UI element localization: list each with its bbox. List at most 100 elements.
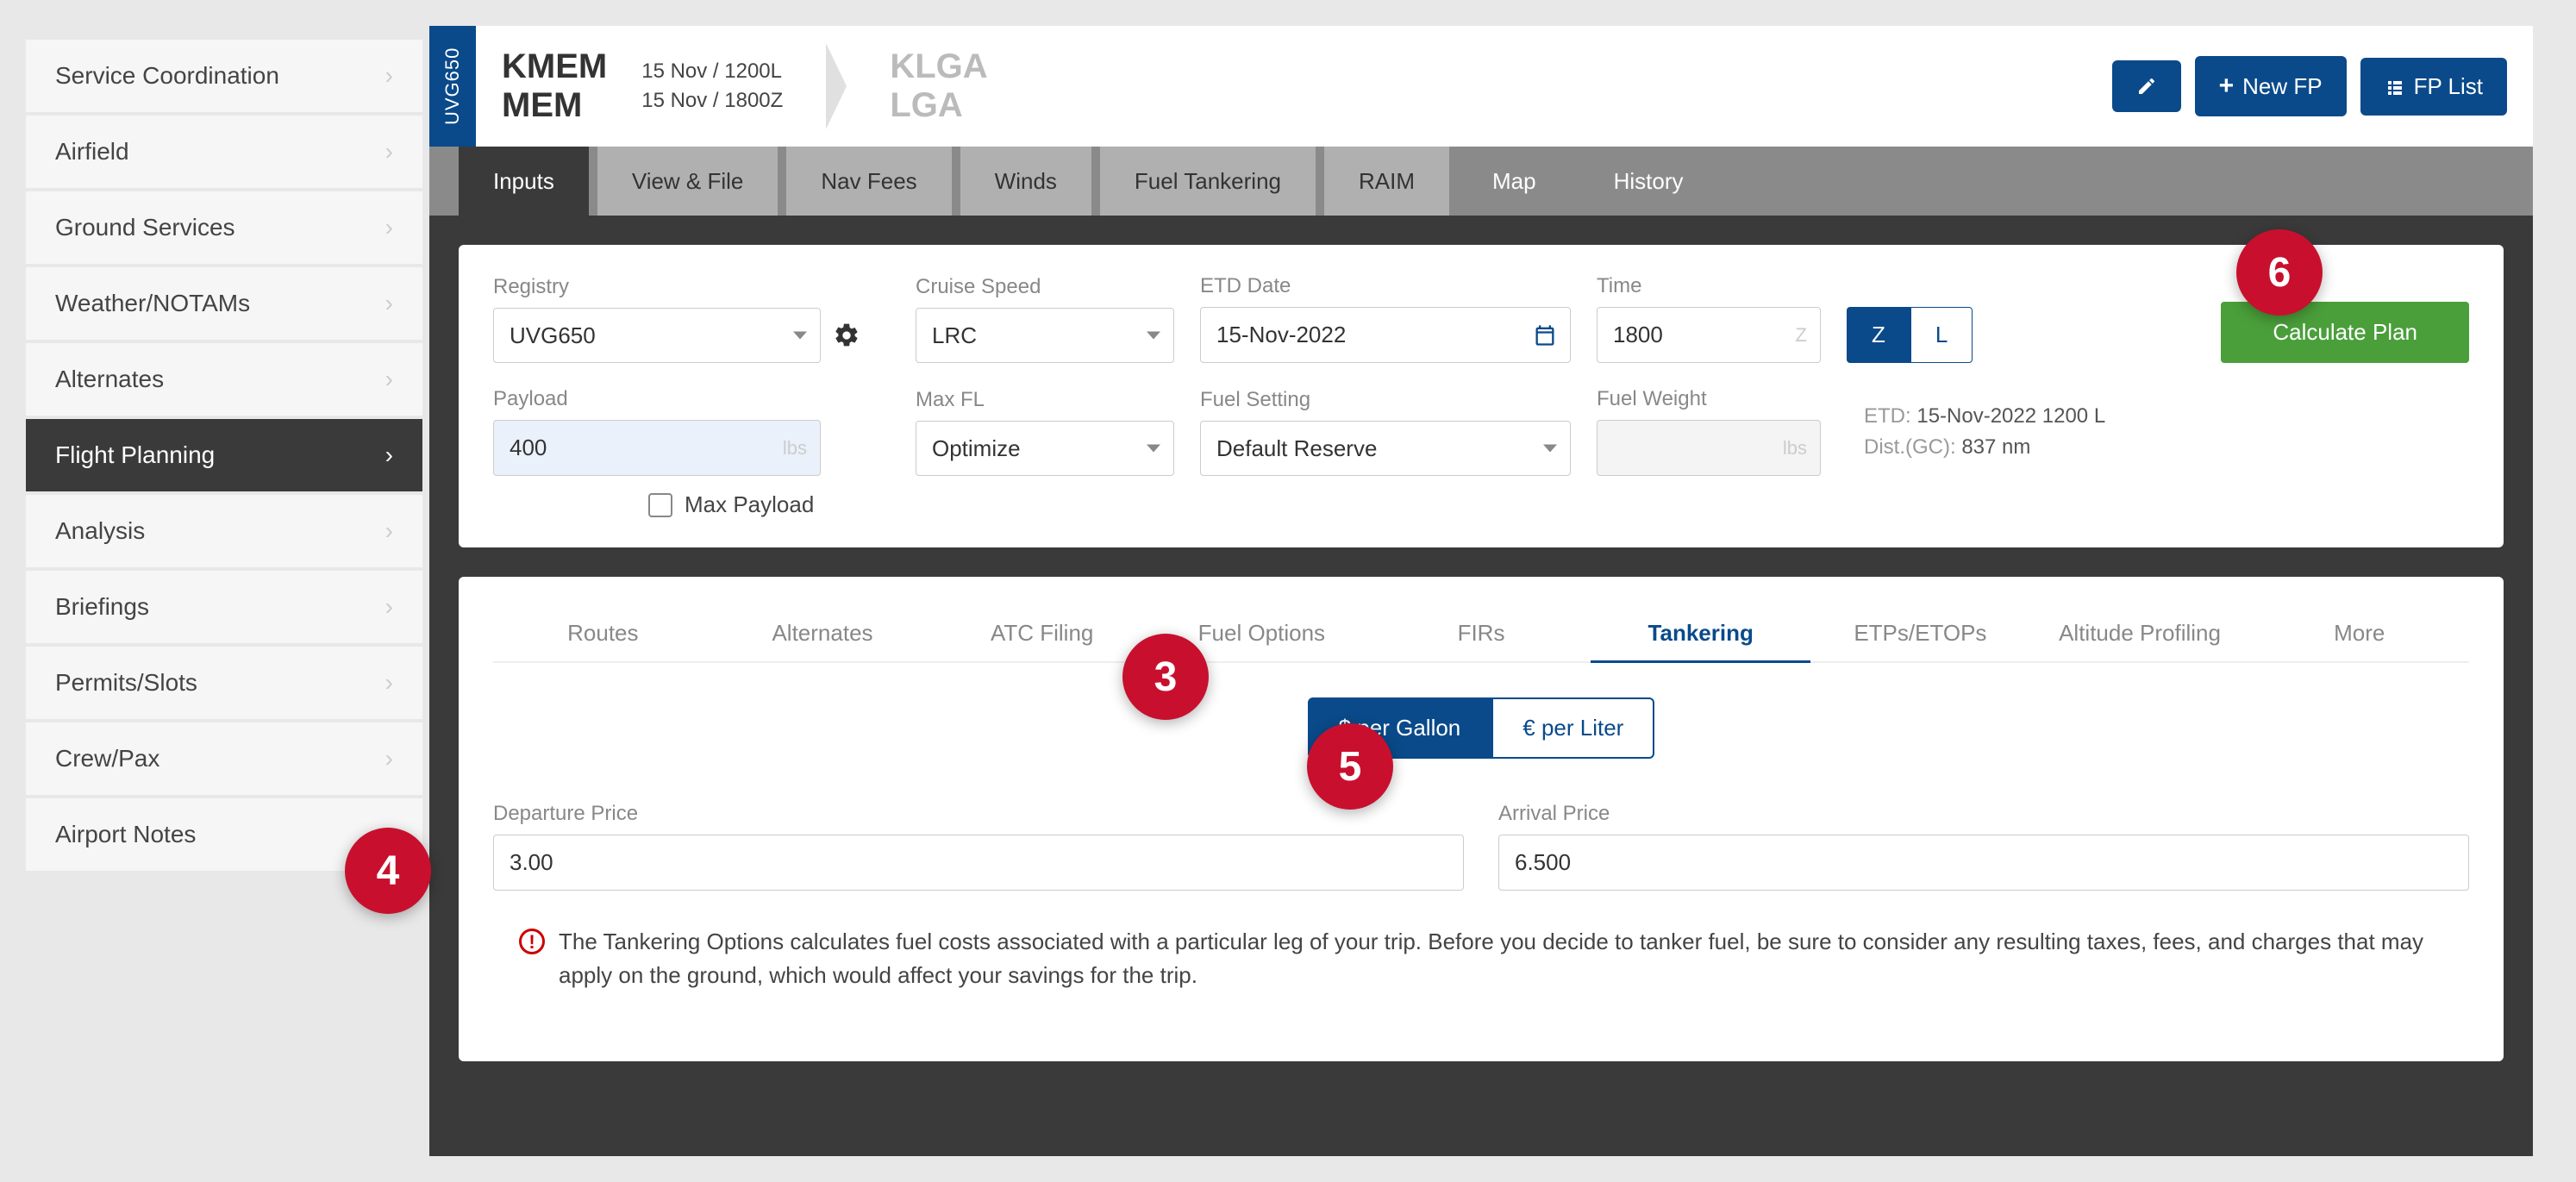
chevron-right-icon: › [385, 138, 393, 166]
edit-button[interactable] [2112, 60, 2181, 112]
sub-tabs: Routes Alternates ATC Filing Fuel Option… [493, 606, 2469, 663]
button-label: New FP [2242, 73, 2322, 100]
sidebar-item-label: Analysis [55, 517, 145, 545]
chevron-right-icon: › [385, 214, 393, 241]
tab-fuel-tankering[interactable]: Fuel Tankering [1100, 147, 1316, 216]
dist-summary-value: 837 nm [1961, 435, 2030, 459]
inputs-panel: 6 Registry UVG650 Cruise Speed LRC [459, 245, 2504, 547]
chevron-right-icon: › [385, 441, 393, 469]
content-area: 6 Registry UVG650 Cruise Speed LRC [429, 216, 2533, 1091]
fuel-weight-input[interactable] [1597, 420, 1821, 476]
tankering-panel: 3 5 Routes Alternates ATC Filing Fuel Op… [459, 577, 2504, 1061]
cruise-label: Cruise Speed [916, 275, 1174, 299]
etd-date-input[interactable] [1200, 307, 1571, 363]
sidebar-item-label: Briefings [55, 593, 149, 621]
subtab-altitude-profiling[interactable]: Altitude Profiling [2030, 606, 2250, 663]
chevron-right-icon: › [385, 517, 393, 545]
tab-inputs[interactable]: Inputs [459, 147, 589, 216]
sidebar-item-label: Service Coordination [55, 62, 279, 90]
pencil-icon [2136, 76, 2157, 97]
zulu-local-toggle: Z L [1847, 307, 1973, 363]
subtab-etps-etops[interactable]: ETPs/ETOPs [1810, 606, 2030, 663]
top-tabs: Inputs View & File Nav Fees Winds Fuel T… [429, 147, 2533, 216]
calendar-icon[interactable] [1533, 323, 1557, 347]
chevron-right-icon: › [385, 366, 393, 393]
gear-icon[interactable] [833, 322, 860, 349]
departure-airport: KMEM MEM [502, 47, 607, 125]
per-liter-button[interactable]: € per Liter [1491, 697, 1654, 759]
payload-label: Payload [493, 387, 821, 411]
calculate-plan-button[interactable]: Calculate Plan [2221, 302, 2469, 363]
sidebar-item-crew-pax[interactable]: Crew/Pax› [26, 722, 422, 795]
time-input[interactable] [1597, 307, 1821, 363]
sidebar-item-label: Alternates [55, 366, 164, 393]
arr-icao: KLGA [890, 47, 987, 86]
chevron-right-icon: › [385, 745, 393, 772]
sidebar-item-service-coordination[interactable]: Service Coordination› [26, 40, 422, 112]
tab-history[interactable]: History [1579, 147, 1718, 216]
fp-list-button[interactable]: FP List [2360, 58, 2507, 116]
subtab-alternates[interactable]: Alternates [713, 606, 933, 663]
plus-icon: + [2219, 72, 2235, 101]
tab-map[interactable]: Map [1458, 147, 1571, 216]
sidebar-item-weather-notams[interactable]: Weather/NOTAMs› [26, 267, 422, 340]
arr-iata: LGA [890, 86, 987, 125]
sidebar-item-briefings[interactable]: Briefings › [26, 571, 422, 643]
sidebar-item-flight-planning[interactable]: Flight Planning › [26, 419, 422, 491]
time-label: Time [1597, 274, 1821, 298]
sidebar: Service Coordination› Airfield› Ground S… [26, 26, 422, 1156]
sidebar-item-label: Airfield [55, 138, 129, 166]
arrival-price-input[interactable] [1498, 835, 2469, 891]
price-unit-toggle: $ per Gallon € per Liter [493, 697, 2469, 759]
tankering-info-text: The Tankering Options calculates fuel co… [559, 925, 2443, 992]
subtab-atc-filing[interactable]: ATC Filing [932, 606, 1152, 663]
etd-date-label: ETD Date [1200, 274, 1571, 298]
dep-iata: MEM [502, 86, 607, 125]
tab-winds[interactable]: Winds [960, 147, 1091, 216]
date-local: 15 Nov / 1200L [641, 59, 783, 84]
button-label: FP List [2414, 73, 2483, 100]
sidebar-item-label: Permits/Slots [55, 669, 197, 697]
header-actions: + New FP FP List [2112, 26, 2533, 147]
annotation-bubble-3: 3 [1122, 634, 1209, 720]
chevron-right-icon: › [385, 593, 393, 621]
local-button[interactable]: L [1910, 307, 1973, 363]
maxfl-select[interactable]: Optimize [916, 421, 1174, 476]
sidebar-item-permits-slots[interactable]: Permits/Slots › [26, 647, 422, 719]
arr-price-label: Arrival Price [1498, 802, 2469, 826]
sidebar-item-label: Flight Planning [55, 441, 215, 469]
payload-input[interactable] [493, 420, 821, 476]
tab-view-file[interactable]: View & File [597, 147, 778, 216]
new-fp-button[interactable]: + New FP [2195, 56, 2347, 116]
main-panel: UVG650 KMEM MEM 15 Nov / 1200L 15 Nov / … [429, 26, 2533, 1156]
arrival-airport: KLGA LGA [890, 47, 987, 125]
etd-summary-label: ETD: [1864, 404, 1911, 428]
departure-price-input[interactable] [493, 835, 1464, 891]
fuel-weight-label: Fuel Weight [1597, 387, 1821, 411]
flight-header: UVG650 KMEM MEM 15 Nov / 1200L 15 Nov / … [429, 26, 2533, 147]
sidebar-item-alternates[interactable]: Alternates › [26, 343, 422, 416]
tab-raim[interactable]: RAIM [1324, 147, 1449, 216]
sidebar-item-analysis[interactable]: Analysis › [26, 495, 422, 567]
fuel-setting-label: Fuel Setting [1200, 388, 1571, 412]
subtab-firs[interactable]: FIRs [1372, 606, 1591, 663]
registry-select[interactable]: UVG650 [493, 308, 821, 363]
subtab-more[interactable]: More [2249, 606, 2469, 663]
tankering-info: ! The Tankering Options calculates fuel … [493, 925, 2469, 992]
aircraft-tag[interactable]: UVG650 [429, 26, 476, 147]
date-zulu: 15 Nov / 1800Z [641, 89, 783, 113]
annotation-bubble-6: 6 [2236, 229, 2323, 316]
subtab-tankering[interactable]: Tankering [1591, 606, 1810, 663]
zulu-button[interactable]: Z [1847, 307, 1910, 363]
cruise-select[interactable]: LRC [916, 308, 1174, 363]
subtab-routes[interactable]: Routes [493, 606, 713, 663]
route-arrow-icon [826, 43, 847, 129]
max-payload-checkbox[interactable] [648, 493, 672, 517]
sidebar-item-airfield[interactable]: Airfield › [26, 116, 422, 188]
chevron-right-icon: › [385, 669, 393, 697]
chevron-right-icon: › [385, 290, 393, 317]
tab-nav-fees[interactable]: Nav Fees [786, 147, 951, 216]
warning-icon: ! [519, 929, 545, 954]
fuel-setting-select[interactable]: Default Reserve [1200, 421, 1571, 476]
sidebar-item-ground-services[interactable]: Ground Services› [26, 191, 422, 264]
